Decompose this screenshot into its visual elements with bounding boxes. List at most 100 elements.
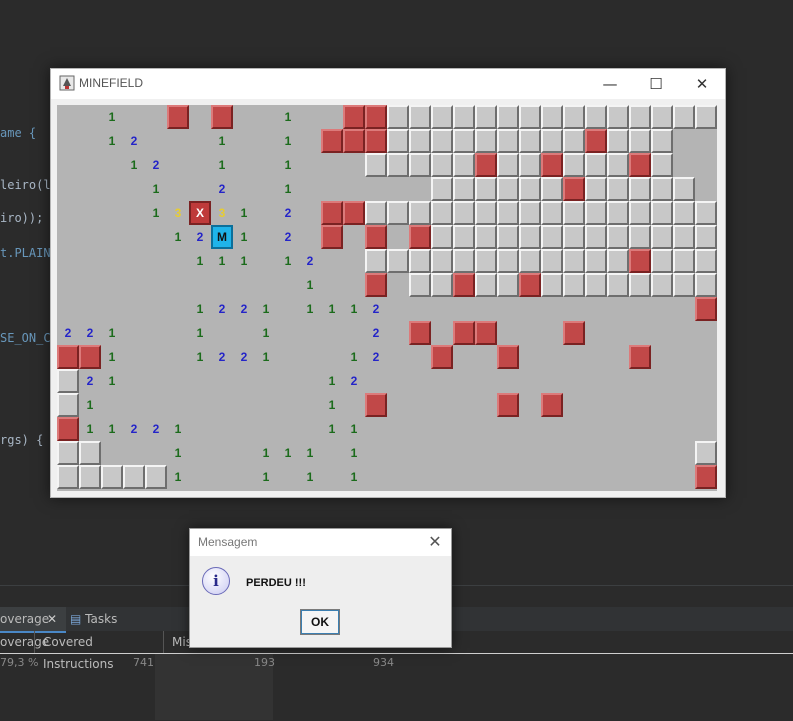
open-cell[interactable]: [387, 297, 409, 321]
open-cell[interactable]: [673, 153, 695, 177]
closed-cell[interactable]: [695, 441, 717, 465]
flagged-cell[interactable]: [585, 129, 607, 153]
closed-cell[interactable]: [585, 177, 607, 201]
open-cell[interactable]: [431, 369, 453, 393]
open-cell[interactable]: [431, 417, 453, 441]
open-cell[interactable]: [255, 369, 277, 393]
closed-cell[interactable]: [475, 249, 497, 273]
close-icon[interactable]: ✕: [47, 607, 57, 631]
closed-cell[interactable]: [497, 105, 519, 129]
number-cell[interactable]: 2: [123, 129, 145, 153]
open-cell[interactable]: [57, 201, 79, 225]
number-cell[interactable]: 1: [299, 297, 321, 321]
number-cell[interactable]: 1: [277, 441, 299, 465]
open-cell[interactable]: [167, 297, 189, 321]
open-cell[interactable]: [321, 441, 343, 465]
close-button[interactable]: ✕: [679, 69, 725, 99]
open-cell[interactable]: [321, 465, 343, 489]
open-cell[interactable]: [79, 129, 101, 153]
open-cell[interactable]: [123, 369, 145, 393]
open-cell[interactable]: [519, 369, 541, 393]
open-cell[interactable]: [673, 393, 695, 417]
number-cell[interactable]: 1: [255, 441, 277, 465]
open-cell[interactable]: [585, 369, 607, 393]
closed-cell[interactable]: [673, 225, 695, 249]
number-cell[interactable]: 1: [189, 297, 211, 321]
flagged-cell[interactable]: [629, 249, 651, 273]
closed-cell[interactable]: [475, 201, 497, 225]
open-cell[interactable]: [211, 273, 233, 297]
flagged-cell[interactable]: [365, 393, 387, 417]
open-cell[interactable]: [519, 417, 541, 441]
open-cell[interactable]: [409, 393, 431, 417]
open-cell[interactable]: [475, 441, 497, 465]
open-cell[interactable]: [211, 369, 233, 393]
closed-cell[interactable]: [431, 177, 453, 201]
open-cell[interactable]: [211, 465, 233, 489]
closed-cell[interactable]: [79, 465, 101, 489]
flagged-cell[interactable]: [365, 225, 387, 249]
open-cell[interactable]: [233, 105, 255, 129]
open-cell[interactable]: [519, 441, 541, 465]
number-cell[interactable]: 1: [255, 465, 277, 489]
open-cell[interactable]: [299, 369, 321, 393]
closed-cell[interactable]: [585, 249, 607, 273]
open-cell[interactable]: [101, 297, 123, 321]
closed-cell[interactable]: [409, 153, 431, 177]
open-cell[interactable]: [79, 225, 101, 249]
closed-cell[interactable]: [519, 177, 541, 201]
closed-cell[interactable]: [497, 249, 519, 273]
open-cell[interactable]: [79, 201, 101, 225]
closed-cell[interactable]: [563, 249, 585, 273]
flagged-cell[interactable]: [211, 105, 233, 129]
open-cell[interactable]: [145, 441, 167, 465]
open-cell[interactable]: [123, 105, 145, 129]
open-cell[interactable]: [123, 201, 145, 225]
number-cell[interactable]: 1: [101, 321, 123, 345]
open-cell[interactable]: [321, 345, 343, 369]
open-cell[interactable]: [145, 105, 167, 129]
open-cell[interactable]: [255, 153, 277, 177]
closed-cell[interactable]: [651, 273, 673, 297]
flagged-cell[interactable]: [453, 273, 475, 297]
open-cell[interactable]: [145, 129, 167, 153]
open-cell[interactable]: [189, 129, 211, 153]
open-cell[interactable]: [321, 153, 343, 177]
open-cell[interactable]: [233, 177, 255, 201]
open-cell[interactable]: [453, 441, 475, 465]
number-cell[interactable]: 3: [211, 201, 233, 225]
open-cell[interactable]: [651, 465, 673, 489]
open-cell[interactable]: [321, 249, 343, 273]
open-cell[interactable]: [123, 393, 145, 417]
closed-cell[interactable]: [563, 153, 585, 177]
open-cell[interactable]: [343, 273, 365, 297]
number-cell[interactable]: 2: [365, 297, 387, 321]
number-cell[interactable]: 1: [277, 153, 299, 177]
open-cell[interactable]: [585, 417, 607, 441]
flagged-cell[interactable]: [431, 345, 453, 369]
open-cell[interactable]: [607, 297, 629, 321]
open-cell[interactable]: [651, 321, 673, 345]
closed-cell[interactable]: [607, 273, 629, 297]
closed-cell[interactable]: [607, 177, 629, 201]
number-cell[interactable]: 1: [101, 105, 123, 129]
open-cell[interactable]: [695, 321, 717, 345]
open-cell[interactable]: [563, 441, 585, 465]
closed-cell[interactable]: [453, 129, 475, 153]
flagged-cell[interactable]: [409, 225, 431, 249]
open-cell[interactable]: [453, 345, 475, 369]
closed-cell[interactable]: [695, 273, 717, 297]
closed-cell[interactable]: [563, 273, 585, 297]
closed-cell[interactable]: [365, 153, 387, 177]
open-cell[interactable]: [255, 417, 277, 441]
number-cell[interactable]: 1: [145, 177, 167, 201]
open-cell[interactable]: [695, 393, 717, 417]
number-cell[interactable]: 1: [145, 201, 167, 225]
open-cell[interactable]: [453, 393, 475, 417]
open-cell[interactable]: [453, 465, 475, 489]
number-cell[interactable]: 2: [189, 225, 211, 249]
open-cell[interactable]: [387, 465, 409, 489]
flagged-cell[interactable]: [629, 345, 651, 369]
closed-cell[interactable]: [629, 105, 651, 129]
open-cell[interactable]: [145, 321, 167, 345]
